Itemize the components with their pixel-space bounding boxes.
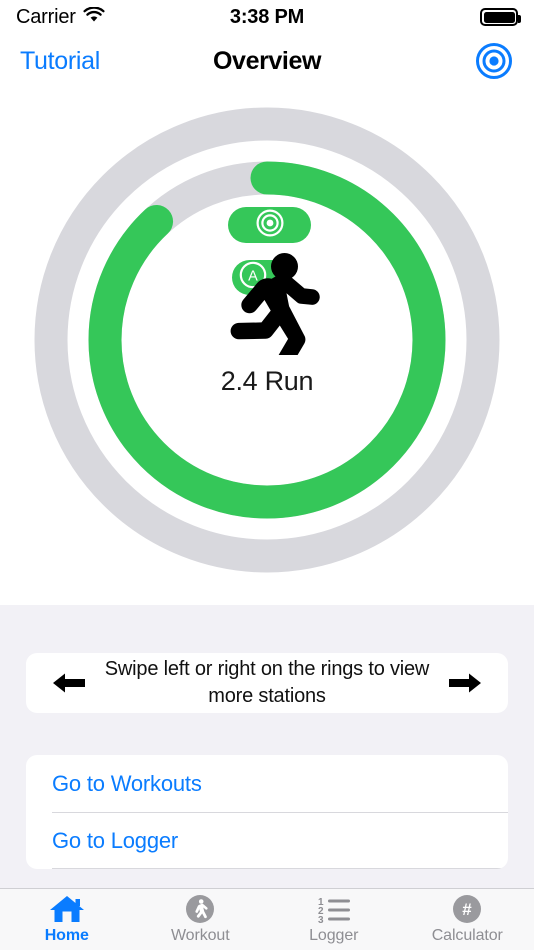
tab-label: Logger (309, 927, 359, 944)
nav-right-group (321, 41, 514, 81)
tutorial-back-button[interactable]: Tutorial (20, 47, 100, 76)
tab-logger[interactable]: 1 2 3 Logger (267, 889, 401, 950)
tab-calculator[interactable]: # Calculator (401, 889, 534, 950)
tab-label: Workout (170, 927, 230, 944)
go-to-workouts-link[interactable]: Go to Workouts (26, 755, 508, 812)
walking-person-circle-icon (185, 894, 215, 924)
arrow-right-icon[interactable] (448, 670, 482, 696)
link-label: Go to Logger (52, 827, 179, 853)
status-bar: Carrier 3:38 PM (0, 0, 534, 34)
page-title: Overview (213, 46, 321, 75)
content-area: Swipe left or right on the rings to view… (0, 605, 534, 888)
go-to-logger-link[interactable]: Go to Logger (26, 812, 508, 869)
running-person-icon (211, 243, 323, 367)
tab-workout[interactable]: Workout (134, 889, 268, 950)
target-button[interactable] (474, 41, 514, 81)
battery-icon (480, 8, 521, 26)
arrow-left-icon[interactable] (52, 670, 86, 696)
tab-home[interactable]: Home (0, 889, 134, 950)
ring-center-content: 2.4 Run (0, 243, 534, 397)
svg-text:3: 3 (318, 915, 324, 924)
swipe-hint-card: Swipe left or right on the rings to view… (26, 653, 508, 713)
target-bullseye-icon (255, 208, 285, 243)
navigation-bar: Tutorial Overview (0, 34, 534, 88)
battery-fill (483, 11, 515, 23)
wifi-icon (83, 6, 105, 28)
numbered-list-icon: 1 2 3 (316, 894, 352, 924)
tab-label: Calculator (431, 927, 503, 944)
status-bar-right (304, 8, 521, 26)
outer-ring-badge[interactable] (228, 207, 311, 243)
app-screen: Carrier 3:38 PM Tutorial Overview A 2.4 … (0, 0, 534, 950)
status-bar-left: Carrier (16, 6, 230, 29)
carrier-label: Carrier (16, 5, 76, 28)
swipe-hint-text: Swipe left or right on the rings to view… (104, 658, 430, 707)
tab-label: Home (44, 927, 89, 944)
link-label: Go to Workouts (52, 770, 202, 796)
svg-text:#: # (463, 900, 473, 919)
home-icon (48, 894, 86, 924)
rings-container[interactable]: A 2.4 Run (0, 88, 534, 605)
target-bullseye-icon (474, 43, 514, 84)
clock-label: 3:38 PM (229, 5, 305, 28)
tab-bar: Home Workout 1 2 3 Logger # Calculator (0, 888, 534, 950)
links-card: Go to Workouts Go to Logger (26, 755, 508, 869)
hash-circle-icon: # (452, 894, 482, 924)
nav-left-group: Tutorial (20, 47, 213, 76)
ring-center-label: 2.4 Run (220, 366, 314, 396)
